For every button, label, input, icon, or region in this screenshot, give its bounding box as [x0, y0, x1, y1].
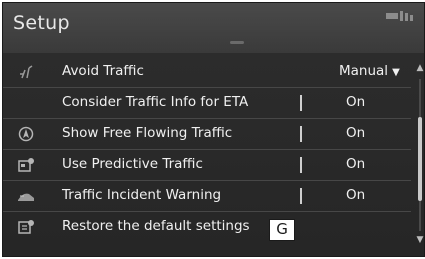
row-avoid-traffic[interactable]: Avoid Traffic Manual ▼: [3, 57, 411, 88]
row-value-free-flowing-traffic[interactable]: On: [346, 125, 365, 141]
row-restore-defaults[interactable]: Restore the default settings: [3, 212, 411, 242]
screen-title: Setup: [13, 12, 70, 34]
toggle-divider: [300, 157, 302, 173]
avoid-traffic-value: Manual: [339, 63, 389, 79]
row-value-predictive-traffic[interactable]: On: [346, 156, 365, 172]
scroll-down-icon[interactable]: ▼: [416, 235, 424, 245]
toggle-divider: [300, 126, 302, 142]
row-label-consider-traffic-eta: Consider Traffic Info for ETA: [62, 94, 249, 110]
document-frame: Setup Avoid Traffic Manual ▼ Consider Tr…: [0, 0, 425, 259]
row-consider-traffic-eta[interactable]: Consider Traffic Info for ETA On: [3, 88, 411, 119]
row-label-free-flowing-traffic: Show Free Flowing Traffic: [62, 125, 233, 141]
toggle-divider: [300, 95, 302, 111]
restore-defaults-icon: [18, 220, 34, 234]
row-label-incident-warning: Traffic Incident Warning: [62, 187, 222, 203]
row-value-incident-warning[interactable]: On: [346, 187, 365, 203]
settings-list: Avoid Traffic Manual ▼ Consider Traffic I…: [3, 57, 411, 242]
row-label-avoid-traffic: Avoid Traffic: [62, 63, 144, 79]
scroll-thumb[interactable]: [418, 117, 422, 201]
predictive-traffic-icon: [18, 158, 34, 172]
avoid-traffic-dropdown[interactable]: Manual ▼: [339, 63, 400, 79]
avoid-traffic-icon: [20, 65, 33, 79]
incident-warning-icon: [18, 193, 34, 201]
screen-header: Setup: [3, 3, 424, 53]
chevron-down-icon: ▼: [392, 67, 400, 78]
status-icons: [386, 11, 413, 21]
row-predictive-traffic[interactable]: Use Predictive Traffic On: [3, 150, 411, 181]
row-incident-warning[interactable]: Traffic Incident Warning On: [3, 181, 411, 212]
callout-label: G: [269, 219, 295, 241]
setup-screen: Setup Avoid Traffic Manual ▼ Consider Tr…: [2, 2, 425, 257]
row-value-consider-traffic-eta[interactable]: On: [346, 94, 365, 110]
free-flowing-traffic-icon: [18, 126, 34, 142]
scroll-up-icon[interactable]: ▲: [416, 63, 424, 73]
scrollbar[interactable]: ▲ ▼: [416, 57, 424, 253]
row-label-predictive-traffic: Use Predictive Traffic: [62, 156, 203, 172]
row-label-restore-defaults: Restore the default settings: [62, 218, 250, 234]
row-free-flowing-traffic[interactable]: Show Free Flowing Traffic On: [3, 119, 411, 150]
toggle-divider: [300, 188, 302, 204]
header-handle: [230, 41, 244, 44]
